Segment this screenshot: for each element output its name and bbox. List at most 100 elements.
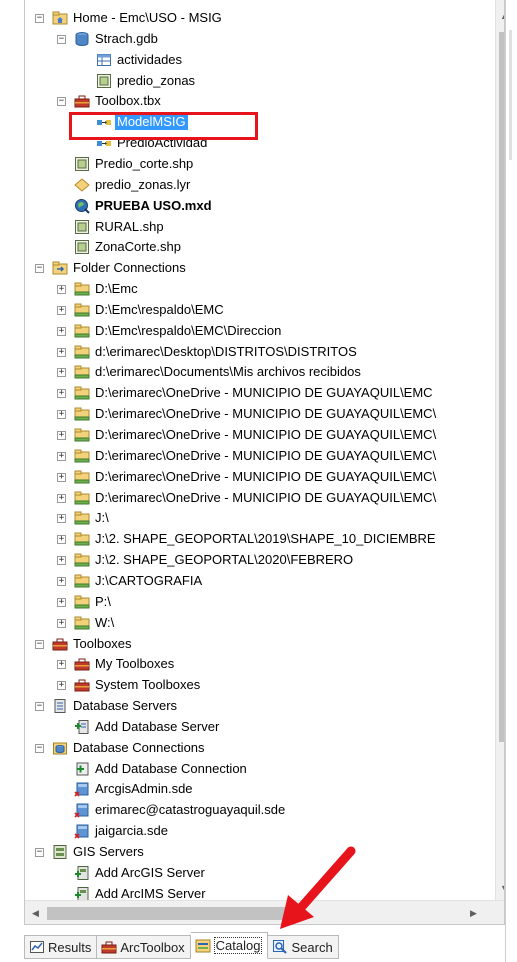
tree-item[interactable]: + D:\Emc\respaldo\EMC bbox=[25, 300, 495, 321]
tree-item[interactable]: ZonaCorte.shp bbox=[25, 237, 495, 258]
horizontal-scroll-thumb[interactable] bbox=[47, 907, 290, 920]
tree-item[interactable]: + J:\2. SHAPE_GEOPORTAL\2020\FEBRERO bbox=[25, 550, 495, 571]
tree-item[interactable]: + J:\ bbox=[25, 508, 495, 529]
tab-search[interactable]: Search bbox=[268, 935, 339, 959]
folder-icon bbox=[74, 469, 90, 485]
tree-item[interactable]: + My Toolboxes bbox=[25, 654, 495, 675]
expand-icon[interactable]: + bbox=[57, 389, 66, 399]
toolboxes-icon bbox=[52, 636, 68, 652]
tree-item[interactable]: + D:\Emc\respaldo\EMC\Direccion bbox=[25, 321, 495, 342]
tree-item[interactable]: − Toolbox.tbx bbox=[25, 91, 495, 112]
collapse-icon[interactable]: − bbox=[35, 848, 44, 857]
shapefile-icon bbox=[74, 156, 90, 172]
tree-item[interactable]: Add ArcIMS Server bbox=[25, 884, 495, 900]
tree-item[interactable]: PRUEBA USO.mxd bbox=[25, 196, 495, 217]
tree-item[interactable]: erimarec@catastroguayaquil.sde bbox=[25, 800, 495, 821]
horizontal-scrollbar[interactable]: ◀ ▶ bbox=[25, 900, 504, 924]
expand-icon[interactable]: + bbox=[57, 576, 66, 586]
collapse-icon[interactable]: − bbox=[57, 97, 66, 107]
tree-item[interactable]: jaigarcia.sde bbox=[25, 821, 495, 842]
expand-icon[interactable]: + bbox=[57, 305, 66, 315]
expand-icon[interactable]: + bbox=[57, 514, 66, 524]
tree-item-label: Predio_corte.shp bbox=[95, 155, 194, 171]
tree-item-label: Toolbox.tbx bbox=[95, 93, 161, 109]
tree-item[interactable]: − Home - Emc\USO - MSIG bbox=[25, 8, 495, 29]
annotation-highlight-box bbox=[69, 112, 258, 140]
tree-item[interactable]: Predio_corte.shp bbox=[25, 154, 495, 175]
expand-icon[interactable]: + bbox=[57, 681, 66, 691]
tree-item[interactable]: Add Database Connection bbox=[25, 759, 495, 780]
tree-item[interactable]: + D:\erimarec\OneDrive - MUNICIPIO DE GUA… bbox=[25, 425, 495, 446]
tree-item[interactable]: Add ArcGIS Server bbox=[25, 863, 495, 884]
tree-item[interactable]: + D:\erimarec\OneDrive - MUNICIPIO DE GUA… bbox=[25, 467, 495, 488]
scroll-down-icon[interactable]: ▼ bbox=[496, 880, 504, 897]
tab-label: Search bbox=[291, 939, 333, 955]
tree-item[interactable]: + D:\erimarec\OneDrive - MUNICIPIO DE GUA… bbox=[25, 383, 495, 404]
tree-item-label: D:\Emc\respaldo\EMC bbox=[95, 301, 224, 317]
expand-icon[interactable]: + bbox=[57, 660, 66, 670]
collapse-icon[interactable]: − bbox=[35, 702, 44, 712]
scroll-left-icon[interactable]: ◀ bbox=[27, 905, 44, 922]
collapse-icon[interactable]: − bbox=[57, 34, 66, 44]
vertical-scrollbar[interactable]: ▲ ▼ bbox=[495, 0, 504, 900]
tab-arctoolbox[interactable]: ArcToolbox bbox=[97, 935, 191, 959]
expand-icon[interactable]: + bbox=[57, 451, 66, 461]
expand-icon[interactable]: + bbox=[57, 597, 66, 607]
tree-item[interactable]: + D:\erimarec\OneDrive - MUNICIPIO DE GUA… bbox=[25, 446, 495, 467]
scroll-right-icon[interactable]: ▶ bbox=[465, 905, 482, 922]
tab-results[interactable]: Results bbox=[24, 935, 98, 959]
tree-item[interactable]: + D:\erimarec\OneDrive - MUNICIPIO DE GUA… bbox=[25, 404, 495, 425]
collapse-icon[interactable]: − bbox=[35, 14, 44, 23]
tree-item-label: predio_zonas bbox=[117, 72, 196, 88]
tree-item-label: jaigarcia.sde bbox=[95, 823, 168, 839]
tree-item[interactable]: − Toolboxes bbox=[25, 634, 495, 655]
add-database-connection-icon bbox=[74, 761, 90, 777]
gis-servers-icon bbox=[52, 844, 68, 860]
tree-item[interactable]: predio_zonas.lyr bbox=[25, 175, 495, 196]
tree-item[interactable]: + D:\erimarec\OneDrive - MUNICIPIO DE GUA… bbox=[25, 488, 495, 509]
collapse-icon[interactable]: − bbox=[35, 743, 44, 753]
expand-icon[interactable]: + bbox=[57, 535, 66, 545]
tree-item-label: d:\erimarec\Documents\Mis archivos recib… bbox=[95, 364, 361, 380]
expand-icon[interactable]: + bbox=[57, 347, 66, 357]
tree-item[interactable]: + System Toolboxes bbox=[25, 675, 495, 696]
tree-item[interactable]: predio_zonas bbox=[25, 71, 495, 92]
tree-item-label: PRUEBA USO.mxd bbox=[95, 197, 212, 213]
vertical-scroll-thumb[interactable] bbox=[499, 32, 504, 742]
dock-tab-bar: Results ArcToolbox Catalog Search bbox=[24, 931, 514, 959]
collapse-icon[interactable]: − bbox=[35, 264, 44, 274]
expand-icon[interactable]: + bbox=[57, 431, 66, 440]
tree-item[interactable]: actividades bbox=[25, 50, 495, 71]
folder-icon bbox=[74, 302, 90, 318]
expand-icon[interactable]: + bbox=[57, 410, 66, 420]
tree-item[interactable]: + J:\2. SHAPE_GEOPORTAL\2019\SHAPE_10_DIC… bbox=[25, 529, 495, 550]
expand-icon[interactable]: + bbox=[57, 618, 66, 628]
expand-icon[interactable]: + bbox=[57, 556, 66, 566]
folder-icon bbox=[74, 615, 90, 631]
scroll-up-icon[interactable]: ▲ bbox=[496, 8, 504, 25]
tab-catalog[interactable]: Catalog bbox=[190, 932, 269, 959]
tree-item[interactable]: + d:\erimarec\Desktop\DISTRITOS\DISTRITOS bbox=[25, 342, 495, 363]
expand-icon[interactable]: + bbox=[57, 368, 66, 378]
tree-item[interactable]: + J:\CARTOGRAFIA bbox=[25, 571, 495, 592]
collapse-icon[interactable]: − bbox=[35, 639, 44, 649]
tree-item[interactable]: − Database Servers bbox=[25, 696, 495, 717]
expand-icon[interactable]: + bbox=[57, 326, 66, 336]
annotation-arrow-icon bbox=[280, 846, 356, 929]
tree-item[interactable]: − Database Connections bbox=[25, 738, 495, 759]
tree-item-label: P:\ bbox=[95, 593, 111, 609]
tree-item[interactable]: − GIS Servers bbox=[25, 842, 495, 863]
tree-item[interactable]: − Folder Connections bbox=[25, 258, 495, 279]
expand-icon[interactable]: + bbox=[57, 493, 66, 503]
tree-item[interactable]: ArcgisAdmin.sde bbox=[25, 779, 495, 800]
tree-item[interactable]: − Strach.gdb bbox=[25, 29, 495, 50]
tree-item[interactable]: + d:\erimarec\Documents\Mis archivos reci… bbox=[25, 362, 495, 383]
expand-icon[interactable]: + bbox=[57, 472, 66, 482]
expand-icon[interactable]: + bbox=[57, 285, 66, 295]
tree-item[interactable]: + W:\ bbox=[25, 613, 495, 634]
tree-item-label: D:\erimarec\OneDrive - MUNICIPIO DE GUAY… bbox=[95, 385, 433, 401]
tree-item[interactable]: + D:\Emc bbox=[25, 279, 495, 300]
tree-item[interactable]: RURAL.shp bbox=[25, 217, 495, 238]
tree-item[interactable]: + P:\ bbox=[25, 592, 495, 613]
tree-item[interactable]: Add Database Server bbox=[25, 717, 495, 738]
